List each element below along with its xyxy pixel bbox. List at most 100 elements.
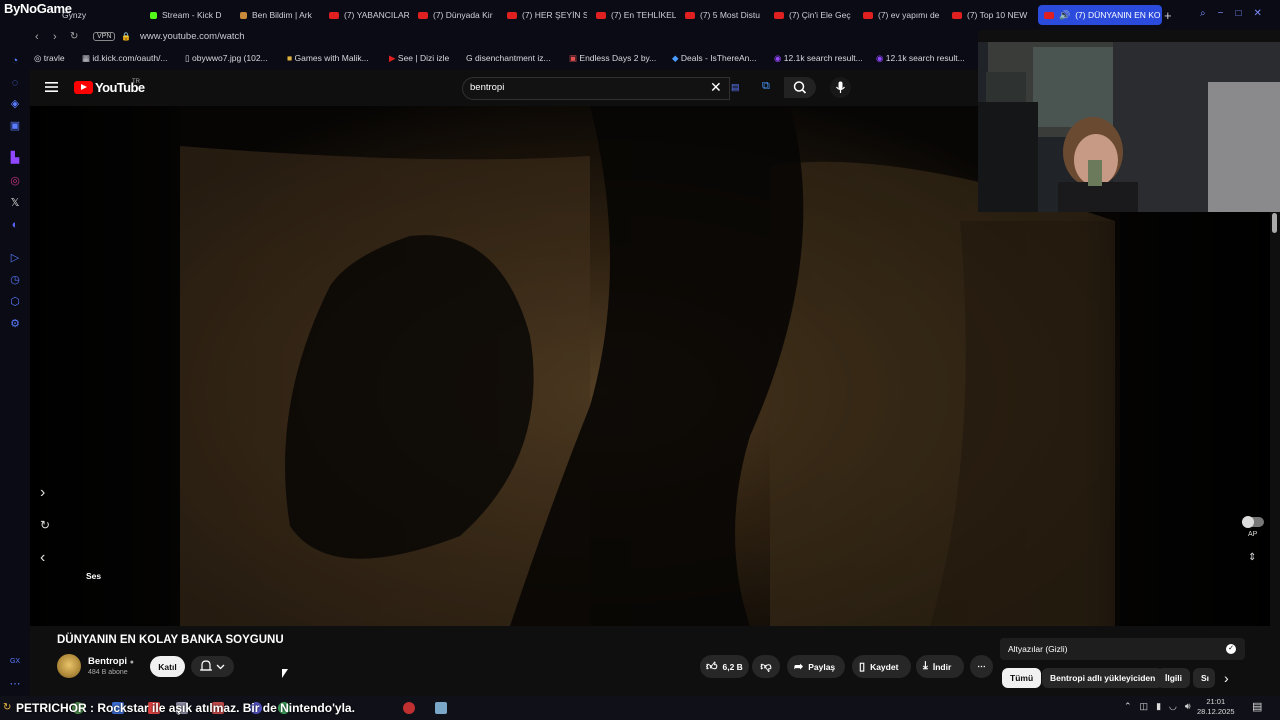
- play-circle-icon[interactable]: ▷: [9, 252, 21, 264]
- chip-partial[interactable]: Sı: [1193, 668, 1215, 688]
- chip-uploader[interactable]: Bentropi adlı yükleyiciden: [1042, 668, 1164, 688]
- microphone-icon: [836, 81, 845, 93]
- browser-tab[interactable]: (7) Dünyada Kir: [418, 6, 498, 24]
- sidebar-bag-icon[interactable]: ◈: [9, 98, 21, 110]
- tab-label: (7) 5 Most Distu: [700, 10, 760, 20]
- back-icon[interactable]: ‹: [35, 31, 39, 43]
- clear-search-icon[interactable]: ✕: [710, 79, 722, 96]
- x-icon[interactable]: 𝕏: [9, 197, 21, 209]
- bookmark-label: See | Dizi izle: [397, 53, 450, 63]
- chips-next-icon[interactable]: ›: [1224, 670, 1229, 686]
- browser-tab[interactable]: (7) 5 Most Distu: [685, 6, 765, 24]
- browser-tab[interactable]: Stream - Kick D: [150, 6, 230, 24]
- join-button[interactable]: Katıl: [150, 656, 185, 677]
- translate-icon[interactable]: ▤: [731, 82, 740, 93]
- volume-icon[interactable]: 🔊︎: [1185, 701, 1191, 712]
- page-scrollbar[interactable]: [1272, 213, 1277, 233]
- bookmark-item[interactable]: ■ Games with Malik...: [287, 53, 369, 63]
- browser-tab[interactable]: (7) En TEHLİKEL: [596, 6, 676, 24]
- settings-icon[interactable]: ⚙: [9, 318, 21, 330]
- search-tabs-icon[interactable]: ⌕: [1200, 8, 1206, 22]
- browser-tab[interactable]: (7) YABANCILAR: [329, 6, 409, 24]
- browser-tab[interactable]: Ben Bildim | Ark: [240, 6, 320, 24]
- bookmark-item[interactable]: ◉ 12.1k search result...: [876, 53, 965, 64]
- next-chevron-icon[interactable]: ›: [40, 484, 45, 502]
- url-field[interactable]: www.youtube.com/watch: [140, 31, 245, 42]
- folder-icon: ■: [287, 53, 295, 63]
- new-tab-button[interactable]: +: [1164, 6, 1178, 24]
- sidebar-mail-icon[interactable]: ▣: [9, 120, 21, 132]
- more-actions-button[interactable]: ⋯: [970, 655, 993, 678]
- bookmark-item[interactable]: ▣ Endless Days 2 by...: [569, 53, 656, 64]
- browser-tab[interactable]: (7) HER ŞEYİN S: [507, 6, 587, 24]
- menu-icon[interactable]: [45, 81, 58, 93]
- extension-icon[interactable]: ⧉: [762, 80, 770, 93]
- notifications-icon[interactable]: ▤: [1252, 700, 1262, 713]
- browser-tab[interactable]: (7) Çin'i Ele Geç: [774, 6, 854, 24]
- chevron-up-icon[interactable]: ⌃: [1124, 701, 1132, 712]
- twitch-icon[interactable]: ▙: [9, 152, 21, 164]
- prev-chevron-icon[interactable]: ‹: [40, 549, 45, 567]
- search-button[interactable]: [784, 77, 816, 98]
- bookmark-item[interactable]: ◉ 12.1k search result...: [774, 53, 863, 64]
- system-clock[interactable]: 21:01 28.12.2025: [1197, 697, 1235, 717]
- country-code: TR: [132, 79, 140, 85]
- twitch-icon: ◉: [876, 53, 886, 63]
- browser-tab[interactable]: Gynzy: [62, 6, 142, 24]
- instagram-icon[interactable]: ◎: [9, 175, 21, 187]
- app-icon[interactable]: [435, 702, 447, 714]
- close-icon[interactable]: ✕: [1254, 8, 1262, 22]
- autoplay-toggle[interactable]: [1242, 516, 1264, 528]
- minimize-icon[interactable]: −: [1218, 8, 1224, 22]
- microphone-tray-icon[interactable]: ▮: [1156, 701, 1161, 712]
- chat-ticker-text: PETRICHOR : Rockstar ile aşık atılmaz. B…: [16, 701, 355, 715]
- share-label: Paylaş: [808, 661, 836, 672]
- channel-avatar[interactable]: [57, 654, 81, 678]
- youtube-play-glyph: [81, 84, 87, 90]
- voice-search-button[interactable]: [830, 77, 851, 98]
- chip-related[interactable]: İlgili: [1157, 668, 1190, 688]
- tab-label: (7) ev yapımı de: [878, 10, 940, 20]
- more-icon[interactable]: ⋯: [9, 678, 21, 690]
- cube-icon[interactable]: ⬡: [9, 296, 21, 308]
- notification-button[interactable]: [191, 656, 234, 677]
- check-circle-icon[interactable]: ✓: [1226, 644, 1236, 654]
- ticker-icons: ↻: [3, 702, 11, 713]
- wifi-icon[interactable]: ◡: [1169, 701, 1177, 712]
- replay-icon[interactable]: ↻: [40, 518, 50, 532]
- sidebar-history-icon[interactable]: ◔: [9, 55, 21, 67]
- system-tray: ⌃ ◫ ▮ ◡ 🔊︎: [1124, 701, 1191, 712]
- browser-tab[interactable]: (7) ev yapımı de: [863, 6, 943, 24]
- save-button[interactable]: ▯ Kaydet: [852, 655, 911, 678]
- download-button[interactable]: ⤓ İndir: [916, 655, 964, 678]
- bookmark-item[interactable]: ▦ id.kick.com/oauth/...: [82, 53, 168, 64]
- bookmark-item[interactable]: G disenchantment iz...: [466, 53, 551, 63]
- channel-name[interactable]: Bentropi ●: [88, 656, 134, 667]
- vpn-badge[interactable]: VPN: [93, 32, 116, 41]
- mouse-cursor: [282, 669, 288, 678]
- opera-icon[interactable]: [403, 702, 415, 714]
- reload-icon[interactable]: ↻: [70, 31, 78, 42]
- forward-icon[interactable]: ›: [53, 31, 57, 43]
- verified-icon: ●: [129, 659, 134, 666]
- share-button[interactable]: ➦ Paylaş: [787, 655, 845, 678]
- sidebar-messenger-icon[interactable]: ◌: [9, 77, 21, 89]
- expand-icon[interactable]: ⇕: [1248, 552, 1256, 563]
- bookmark-label: disenchantment iz...: [474, 53, 551, 63]
- clock-icon[interactable]: ◷: [9, 274, 21, 286]
- bookmark-item[interactable]: ◎ travle: [34, 53, 65, 64]
- network-icon[interactable]: ◫: [1140, 701, 1149, 712]
- bookmark-item[interactable]: ▯ obywwo7.jpg (102...: [185, 53, 268, 64]
- bookmark-item[interactable]: ▶ See | Dizi izle: [389, 53, 449, 64]
- bookmark-item[interactable]: ◆ Deals - IsThereAn...: [672, 53, 757, 64]
- tab-label: Gynzy: [62, 10, 87, 20]
- discord-icon[interactable]: ◐: [9, 219, 21, 231]
- browser-tab-active[interactable]: 🔊 (7) DÜNYANIN EN KO: [1038, 5, 1162, 25]
- clock-date: 28.12.2025: [1197, 707, 1235, 716]
- dislike-button[interactable]: 👎︎: [752, 655, 780, 678]
- browser-tab[interactable]: (7) Top 10 NEW: [952, 6, 1032, 24]
- gx-icon[interactable]: GX: [9, 656, 21, 668]
- like-button[interactable]: 👍︎ 6,2 B: [700, 655, 749, 678]
- maximize-icon[interactable]: □: [1235, 8, 1241, 22]
- chip-all[interactable]: Tümü: [1002, 668, 1042, 688]
